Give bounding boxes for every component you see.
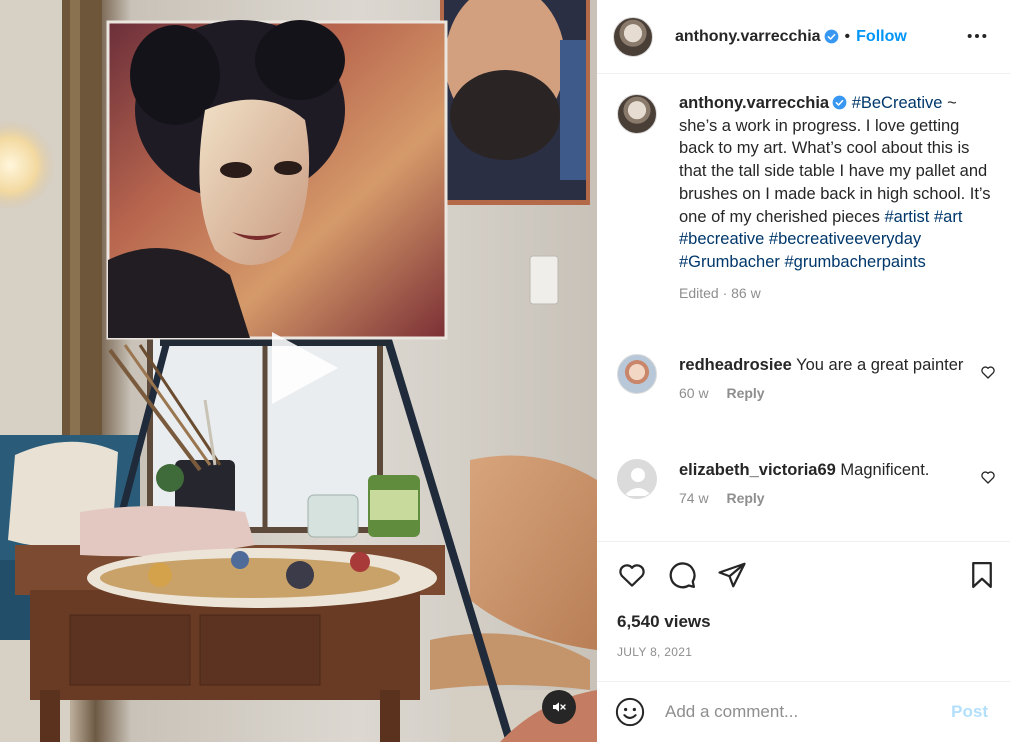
author-avatar[interactable]: [613, 16, 653, 57]
comment-item: redheadrosiee You are a great painter 60…: [613, 354, 998, 401]
comment-input[interactable]: [665, 702, 952, 722]
mute-icon: [553, 702, 566, 712]
follow-button[interactable]: Follow: [856, 28, 907, 46]
view-count[interactable]: 6,540 views: [617, 612, 711, 632]
commenter-avatar[interactable]: [617, 459, 657, 499]
emoji-icon[interactable]: [615, 697, 645, 727]
caption-body: anthony.varrecchia #BeCreative ~ she’s a…: [679, 92, 998, 304]
hashtag-link[interactable]: #BeCreative: [852, 94, 943, 112]
comment-meta: 60 w Reply: [679, 385, 998, 401]
play-icon: [272, 332, 338, 404]
comment-meta: 74 w Reply: [679, 490, 998, 506]
play-button[interactable]: [262, 328, 342, 408]
comment-username[interactable]: redheadrosiee: [679, 356, 792, 374]
reply-button[interactable]: Reply: [726, 385, 764, 401]
comment-text: You are a great painter: [796, 356, 964, 374]
hashtag-link[interactable]: #Grumbacher: [679, 253, 780, 271]
share-icon[interactable]: [717, 560, 747, 590]
hashtag-link[interactable]: #becreative: [679, 230, 764, 248]
comment-like-icon[interactable]: [980, 469, 996, 485]
caption-username[interactable]: anthony.varrecchia: [679, 94, 829, 112]
post-side-panel: anthony.varrecchia • Follow anthony.varr…: [597, 0, 1010, 742]
hashtag-link[interactable]: #becreativeeveryday: [769, 230, 921, 248]
hashtag-link[interactable]: #grumbacherpaints: [784, 253, 925, 271]
hashtag-link[interactable]: #art: [934, 208, 962, 226]
comment-time: 60 w: [679, 384, 709, 401]
comment-like-icon[interactable]: [980, 364, 996, 380]
author-username[interactable]: anthony.varrecchia: [675, 28, 821, 46]
default-avatar-icon: [624, 468, 652, 496]
post-comment-button[interactable]: Post: [951, 702, 988, 722]
post-header: anthony.varrecchia • Follow: [597, 0, 1010, 74]
caption-meta: Edited · 86 w: [679, 284, 761, 301]
post-date: JULY 8, 2021: [617, 645, 693, 659]
comment-composer: Post: [597, 681, 1010, 742]
comment-time: 74 w: [679, 489, 709, 506]
commenter-avatar[interactable]: [617, 354, 657, 394]
verified-badge-icon: [832, 95, 847, 110]
comment-text: Magnificent.: [840, 461, 930, 479]
post-actions: 6,540 views JULY 8, 2021: [597, 541, 1010, 681]
comment-body: redheadrosiee You are a great painter: [679, 354, 998, 377]
mute-toggle-button[interactable]: [542, 690, 576, 724]
caption-text: ~ she’s a work in progress. I love getti…: [679, 94, 991, 226]
comment-body: elizabeth_victoria69 Magnificent.: [679, 459, 998, 482]
reply-button[interactable]: Reply: [726, 490, 764, 506]
post-media[interactable]: [0, 0, 597, 742]
comment-username[interactable]: elizabeth_victoria69: [679, 461, 836, 479]
post-caption: anthony.varrecchia #BeCreative ~ she’s a…: [613, 92, 998, 304]
comment-item: elizabeth_victoria69 Magnificent. 74 w R…: [613, 459, 998, 506]
caption-author-avatar[interactable]: [617, 94, 657, 134]
verified-badge-icon: [824, 29, 838, 44]
bookmark-icon[interactable]: [967, 560, 997, 590]
heart-icon[interactable]: [617, 560, 647, 590]
header-separator: •: [844, 27, 851, 45]
more-options-icon[interactable]: [966, 26, 988, 46]
hashtag-link[interactable]: #artist: [884, 208, 929, 226]
comment-icon[interactable]: [667, 560, 697, 590]
